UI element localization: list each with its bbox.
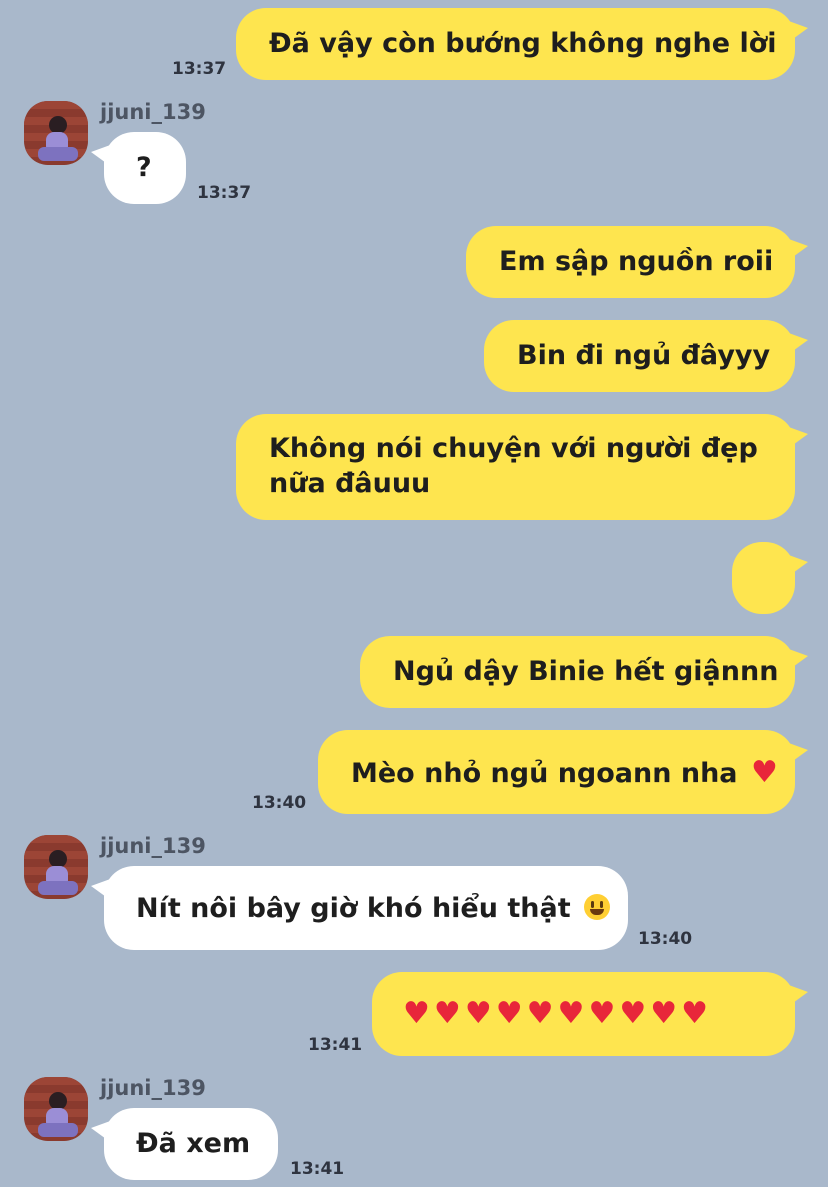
red-heart-icon: ♥ (433, 996, 461, 1031)
my-message-bubble[interactable] (732, 542, 808, 614)
their-message-bubble[interactable]: ? (91, 132, 186, 204)
message-text: Ngủ dậy Binie hết giậnnn (393, 656, 779, 687)
bubble-tail (786, 984, 808, 1008)
bubble-tail (786, 426, 808, 450)
message-text: Em sập nguồn roii (499, 246, 774, 277)
my-message-bubble[interactable]: Ngủ dậy Binie hết giậnnn (360, 636, 808, 708)
message-time: 13:40 (252, 793, 307, 813)
hearts-row: ♥ ♥ ♥ ♥ ♥ ♥ ♥ ♥ ♥ ♥ (403, 997, 712, 1032)
message-text-row: Mèo nhỏ ngủ ngoann nha ♥ (351, 756, 782, 791)
my-message-bubble[interactable]: ♥ ♥ ♥ ♥ ♥ ♥ ♥ ♥ ♥ ♥ (372, 972, 808, 1056)
message-text-line-2: nữa đâuuu (269, 468, 431, 499)
avatar-photo-icon (24, 1077, 88, 1141)
message-time: 13:37 (172, 59, 227, 79)
red-heart-icon: ♥ (619, 996, 647, 1031)
contact-name: jjuni_139 (100, 100, 206, 124)
avatar-photo-icon (24, 101, 88, 165)
grinning-face-icon (584, 894, 611, 920)
red-heart-icon: ♥ (403, 996, 430, 1031)
their-message-bubble[interactable]: Nít nôi bây giờ khó hiểu thật (91, 866, 628, 950)
red-heart-icon: ♥ (557, 996, 585, 1031)
red-heart-icon: ♥ (526, 996, 554, 1031)
contact-name: jjuni_139 (100, 1076, 206, 1100)
bubble-tail (91, 878, 113, 902)
message-time: 13:40 (638, 929, 693, 949)
bubble-tail (786, 238, 808, 262)
message-time: 13:41 (290, 1159, 345, 1179)
red-heart-icon: ♥ (588, 996, 616, 1031)
my-message-bubble[interactable]: Đã vậy còn bướng không nghe lời (236, 8, 808, 80)
red-heart-icon: ♥ (650, 996, 678, 1031)
message-text: Nít nôi bây giờ khó hiểu thật (136, 893, 571, 924)
red-heart-icon: ♥ (750, 755, 778, 790)
their-message-bubble[interactable]: Đã xem (91, 1108, 278, 1180)
my-message-bubble[interactable]: Bin đi ngủ đâyyy (484, 320, 808, 392)
bubble-tail (91, 1120, 113, 1144)
avatar-photo-icon (24, 835, 88, 899)
bubble-tail (786, 332, 808, 356)
my-message-bubble[interactable]: Không nói chuyện với người đẹp nữa đâuuu (236, 414, 808, 520)
red-heart-icon: ♥ (495, 996, 523, 1031)
bubble-tail (91, 144, 113, 168)
bubble-tail (786, 648, 808, 672)
contact-name: jjuni_139 (100, 834, 206, 858)
contact-avatar[interactable] (24, 835, 88, 899)
message-text: Đã vậy còn bướng không nghe lời (269, 28, 777, 59)
message-text: Đã xem (136, 1128, 251, 1159)
my-message-bubble[interactable]: Em sập nguồn roii (466, 226, 808, 298)
message-text-row: Nít nôi bây giờ khó hiểu thật (136, 892, 611, 926)
message-text: Bin đi ngủ đâyyy (517, 340, 771, 371)
bubble-tail (786, 20, 808, 44)
contact-avatar[interactable] (24, 101, 88, 165)
message-time: 13:41 (308, 1035, 363, 1055)
bubble-tail (786, 554, 808, 578)
message-text: Mèo nhỏ ngủ ngoann nha (351, 758, 738, 789)
message-time: 13:37 (197, 183, 252, 203)
red-heart-icon: ♥ (464, 996, 492, 1031)
red-heart-icon: ♥ (681, 996, 709, 1031)
message-text: ? (136, 152, 152, 183)
my-message-bubble[interactable]: Mèo nhỏ ngủ ngoann nha ♥ (318, 730, 808, 814)
contact-avatar[interactable] (24, 1077, 88, 1141)
message-text-line-1: Không nói chuyện với người đẹp (269, 433, 758, 464)
bubble-tail (786, 742, 808, 766)
